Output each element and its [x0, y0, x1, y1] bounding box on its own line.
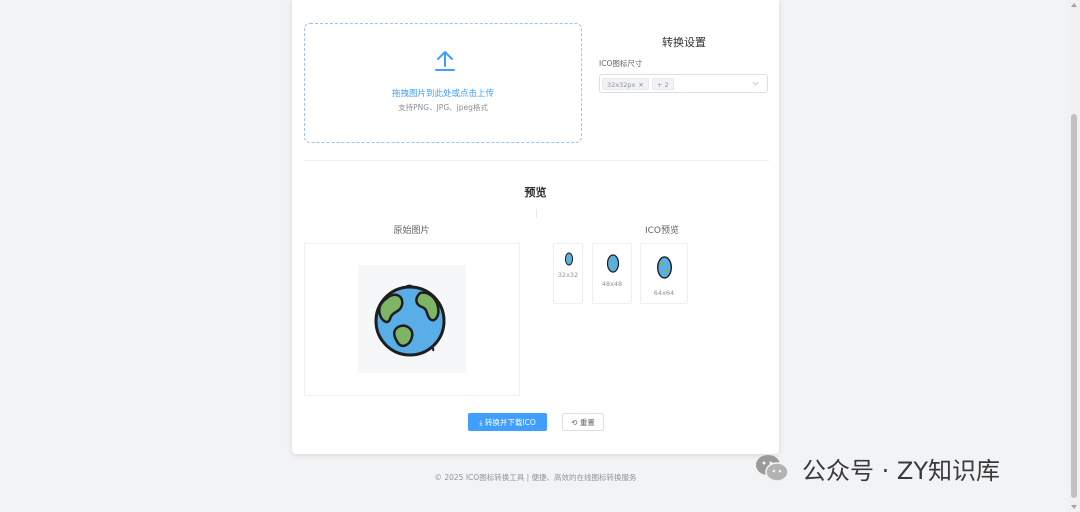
convert-download-button[interactable]: ⤓ 转换并下载ICO — [468, 413, 547, 431]
ico-preview-32: 32x32 — [553, 243, 583, 304]
ico-preview-64: 64x64 — [640, 243, 688, 304]
original-image-panel — [304, 243, 520, 396]
watermark-text: 公众号 · ZY知识库 — [802, 456, 1000, 485]
earth-globe-image — [656, 256, 673, 279]
earth-globe-image — [564, 252, 574, 266]
scroll-up-arrow-icon[interactable] — [1071, 3, 1077, 7]
footer-text: © 2025 ICO图标转换工具 | 便捷、高效的在线图标转换服务 — [434, 473, 637, 482]
ico-size-label: 48x48 — [601, 280, 623, 288]
size-label: ICO图标尺寸 — [599, 59, 643, 68]
close-icon[interactable]: ✕ — [638, 81, 643, 89]
ico-size-label: 64x64 — [653, 289, 675, 297]
upload-instruction: 拖拽图片到此处或点击上传 — [391, 89, 494, 99]
ico-preview-label: ICO预览 — [644, 226, 680, 236]
chevron-down-icon[interactable] — [752, 80, 759, 87]
ico-size-label: 32x32 — [557, 271, 579, 279]
ico-preview-48: 48x48 — [592, 243, 632, 304]
upload-format-hint: 支持PNG、JPG、jpeg格式 — [398, 103, 488, 112]
wechat-icon — [756, 455, 789, 482]
size-tag: 32x32px ✕ — [602, 78, 649, 90]
divider — [304, 160, 769, 161]
preview-title: 预览 — [524, 186, 547, 199]
earth-globe-image — [606, 254, 620, 273]
original-image — [358, 265, 466, 373]
settings-title: 转换设置 — [662, 36, 706, 49]
upload-icon — [435, 51, 455, 71]
more-tag: + 2 — [652, 78, 674, 90]
scroll-thumb[interactable] — [1071, 114, 1077, 498]
size-multiselect[interactable]: 32x32px ✕ + 2 — [599, 74, 768, 93]
size-tag-label: 32x32px — [607, 81, 636, 89]
preview-divider — [536, 209, 537, 218]
original-image-label: 原始图片 — [393, 226, 430, 236]
reset-button[interactable]: ⟲ 重置 — [562, 413, 604, 431]
converter-card: 拖拽图片到此处或点击上传 支持PNG、JPG、jpeg格式 转换设置 ICO图标… — [292, 0, 779, 454]
watermark: 公众号 · ZY知识库 — [754, 451, 1000, 485]
upload-dropzone[interactable]: 拖拽图片到此处或点击上传 支持PNG、JPG、jpeg格式 — [304, 23, 582, 143]
scroll-down-arrow-icon[interactable] — [1071, 505, 1077, 509]
earth-globe-image — [374, 284, 446, 357]
page-scrollbar[interactable] — [1068, 0, 1080, 512]
